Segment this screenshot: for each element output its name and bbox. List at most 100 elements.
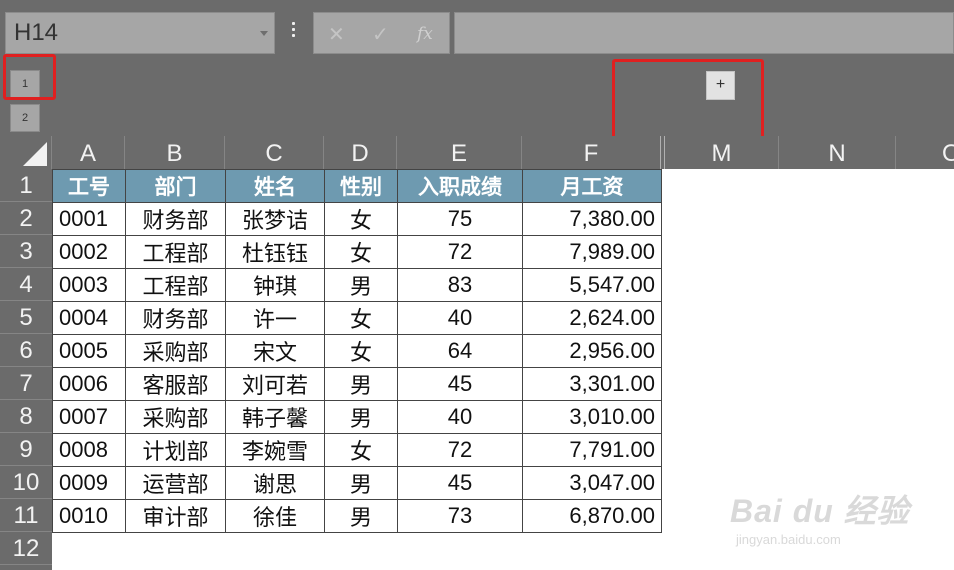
- cell[interactable]: 0010: [52, 499, 126, 533]
- cell[interactable]: 2,624.00: [522, 301, 662, 335]
- row-header-5[interactable]: 5: [0, 301, 52, 334]
- cell[interactable]: 7,791.00: [522, 433, 662, 467]
- cell[interactable]: 75: [397, 202, 523, 236]
- cell[interactable]: 女: [324, 301, 398, 335]
- cell[interactable]: 3,010.00: [522, 400, 662, 434]
- cell[interactable]: 0007: [52, 400, 126, 434]
- cell[interactable]: 83: [397, 268, 523, 302]
- cell[interactable]: 女: [324, 334, 398, 368]
- cell[interactable]: 6,870.00: [522, 499, 662, 533]
- column-header-n[interactable]: N: [779, 136, 896, 169]
- cell[interactable]: 72: [397, 235, 523, 269]
- cell[interactable]: 0004: [52, 301, 126, 335]
- cell[interactable]: 3,047.00: [522, 466, 662, 500]
- cell[interactable]: 工程部: [125, 268, 226, 302]
- formula-input[interactable]: [454, 12, 954, 54]
- cell[interactable]: 45: [397, 367, 523, 401]
- row-header-9[interactable]: 9: [0, 433, 52, 466]
- select-all-button[interactable]: [0, 136, 52, 169]
- column-header-f[interactable]: F: [522, 136, 661, 169]
- cell[interactable]: 运营部: [125, 466, 226, 500]
- cell[interactable]: 0001: [52, 202, 126, 236]
- cell[interactable]: 采购部: [125, 400, 226, 434]
- cell[interactable]: 0005: [52, 334, 126, 368]
- cell[interactable]: 3,301.00: [522, 367, 662, 401]
- chevron-down-icon[interactable]: [260, 31, 268, 36]
- row-header-1[interactable]: 1: [0, 169, 52, 202]
- cell[interactable]: 64: [397, 334, 523, 368]
- cell[interactable]: 审计部: [125, 499, 226, 533]
- cell[interactable]: 许一: [225, 301, 325, 335]
- cell[interactable]: 女: [324, 202, 398, 236]
- cell[interactable]: 工程部: [125, 235, 226, 269]
- header-cell-name[interactable]: 姓名: [225, 169, 325, 203]
- column-header-o[interactable]: O: [896, 136, 954, 169]
- cell[interactable]: 男: [324, 268, 398, 302]
- header-cell-salary[interactable]: 月工资: [522, 169, 662, 203]
- row-header-3[interactable]: 3: [0, 235, 52, 268]
- cell[interactable]: 2,956.00: [522, 334, 662, 368]
- cell[interactable]: 徐佳: [225, 499, 325, 533]
- cell[interactable]: 0009: [52, 466, 126, 500]
- row-header-11[interactable]: 11: [0, 499, 52, 532]
- splitter-handle-icon[interactable]: [292, 22, 296, 40]
- select-all-triangle-icon: [23, 142, 47, 166]
- cell[interactable]: 女: [324, 235, 398, 269]
- cell[interactable]: 0002: [52, 235, 126, 269]
- header-cell-gender[interactable]: 性别: [324, 169, 398, 203]
- row-header-12[interactable]: 12: [0, 532, 52, 565]
- cell[interactable]: 男: [324, 400, 398, 434]
- column-header-a[interactable]: A: [52, 136, 125, 169]
- enter-icon[interactable]: ✓: [372, 22, 389, 47]
- header-cell-score[interactable]: 入职成绩: [397, 169, 523, 203]
- row-header-6[interactable]: 6: [0, 334, 52, 367]
- column-header-c[interactable]: C: [225, 136, 324, 169]
- cell[interactable]: 72: [397, 433, 523, 467]
- cell[interactable]: 73: [397, 499, 523, 533]
- cell[interactable]: 40: [397, 301, 523, 335]
- cell[interactable]: 7,380.00: [522, 202, 662, 236]
- cell[interactable]: 男: [324, 367, 398, 401]
- cell[interactable]: 女: [324, 433, 398, 467]
- row-header-2[interactable]: 2: [0, 202, 52, 235]
- cell[interactable]: 刘可若: [225, 367, 325, 401]
- cell[interactable]: 财务部: [125, 301, 226, 335]
- row-header-7[interactable]: 7: [0, 367, 52, 400]
- column-header-b[interactable]: B: [125, 136, 225, 169]
- header-cell-department[interactable]: 部门: [125, 169, 226, 203]
- cell[interactable]: 杜钰钰: [225, 235, 325, 269]
- cell[interactable]: 谢思: [225, 466, 325, 500]
- outline-level-2-button[interactable]: 2: [10, 104, 40, 132]
- name-box[interactable]: H14: [5, 12, 275, 54]
- cell[interactable]: 0006: [52, 367, 126, 401]
- cell[interactable]: 40: [397, 400, 523, 434]
- cell[interactable]: 采购部: [125, 334, 226, 368]
- cell[interactable]: 张梦诘: [225, 202, 325, 236]
- cell[interactable]: 45: [397, 466, 523, 500]
- cell[interactable]: 计划部: [125, 433, 226, 467]
- cell[interactable]: 客服部: [125, 367, 226, 401]
- cell[interactable]: 男: [324, 466, 398, 500]
- header-cell-id[interactable]: 工号: [52, 169, 126, 203]
- cell[interactable]: 0008: [52, 433, 126, 467]
- cell[interactable]: 钟琪: [225, 268, 325, 302]
- cancel-icon[interactable]: ✕: [328, 22, 345, 47]
- table-row: 0003 工程部 钟琪 男 83 5,547.00: [52, 268, 662, 302]
- cell[interactable]: 财务部: [125, 202, 226, 236]
- column-header-d[interactable]: D: [324, 136, 397, 169]
- cell[interactable]: 5,547.00: [522, 268, 662, 302]
- cell[interactable]: 7,989.00: [522, 235, 662, 269]
- row-header-10[interactable]: 10: [0, 466, 52, 499]
- cell[interactable]: 李婉雪: [225, 433, 325, 467]
- insert-function-icon[interactable]: fx: [417, 24, 433, 44]
- table-header-row: 工号 部门 姓名 性别 入职成绩 月工资: [52, 169, 662, 203]
- watermark: Bai du 经验 jingyan.baidu.com: [730, 486, 910, 547]
- row-header-4[interactable]: 4: [0, 268, 52, 301]
- column-header-m[interactable]: M: [665, 136, 779, 169]
- cell[interactable]: 韩子馨: [225, 400, 325, 434]
- cell[interactable]: 0003: [52, 268, 126, 302]
- column-header-e[interactable]: E: [397, 136, 522, 169]
- cell[interactable]: 男: [324, 499, 398, 533]
- cell[interactable]: 宋文: [225, 334, 325, 368]
- row-header-8[interactable]: 8: [0, 400, 52, 433]
